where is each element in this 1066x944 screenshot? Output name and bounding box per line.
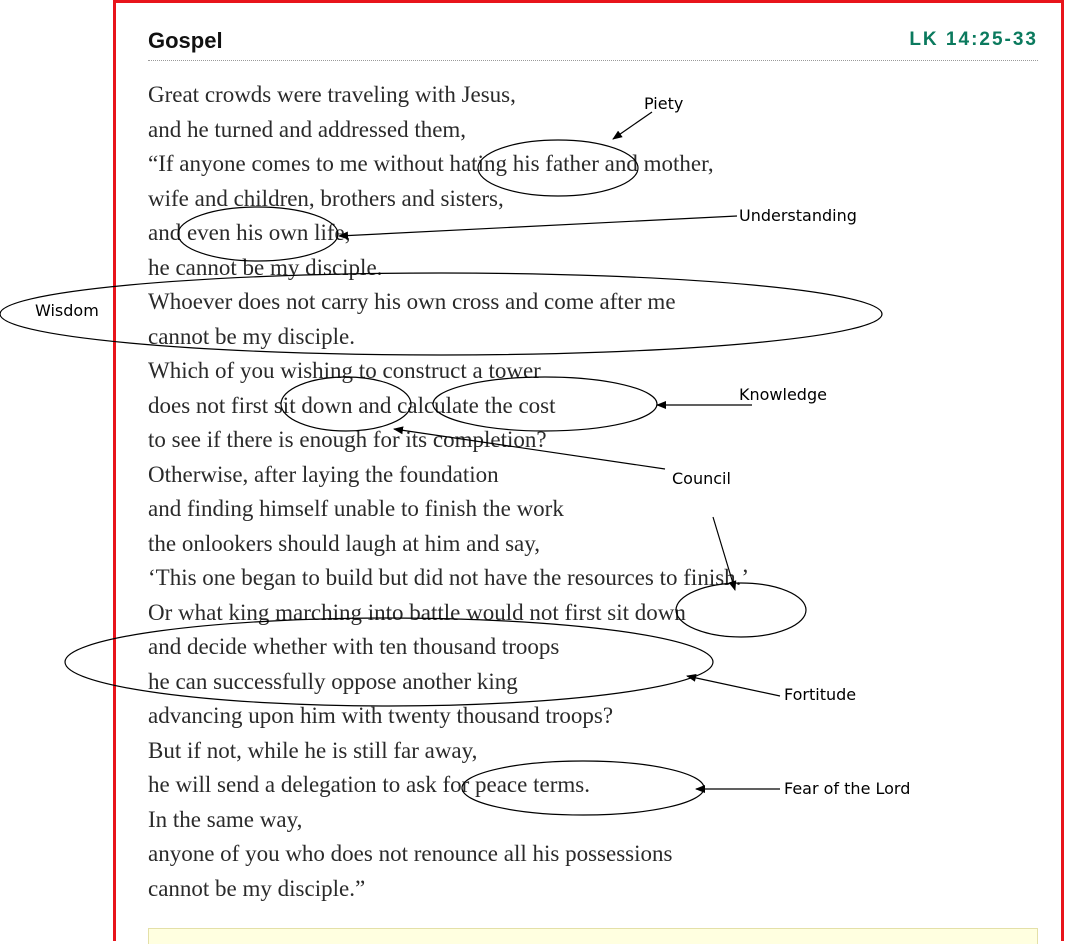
ellipse-wisdom xyxy=(0,272,883,356)
arrow-council-2 xyxy=(712,516,737,591)
label-knowledge: Knowledge xyxy=(739,385,827,404)
label-understanding: Understanding xyxy=(739,206,857,225)
ellipse-peace-terms xyxy=(461,760,705,816)
ellipse-fortitude xyxy=(64,617,714,707)
ellipse-calculate-cost xyxy=(432,376,658,432)
arrow-understanding xyxy=(338,215,738,240)
ellipse-understanding xyxy=(177,206,339,262)
ellipse-piety xyxy=(477,139,639,197)
label-piety: Piety xyxy=(644,94,684,113)
arrow-fortitude xyxy=(686,673,781,697)
label-council: Council xyxy=(672,469,731,488)
annotation-overlay xyxy=(0,111,883,816)
label-fear-of-the-lord: Fear of the Lord xyxy=(784,779,911,798)
arrow-piety xyxy=(612,111,653,140)
arrow-council xyxy=(393,426,666,470)
ellipse-sit-down xyxy=(280,376,412,432)
label-wisdom: Wisdom xyxy=(35,301,99,320)
label-fortitude: Fortitude xyxy=(784,685,857,704)
ellipse-sit-down-2 xyxy=(675,582,807,638)
